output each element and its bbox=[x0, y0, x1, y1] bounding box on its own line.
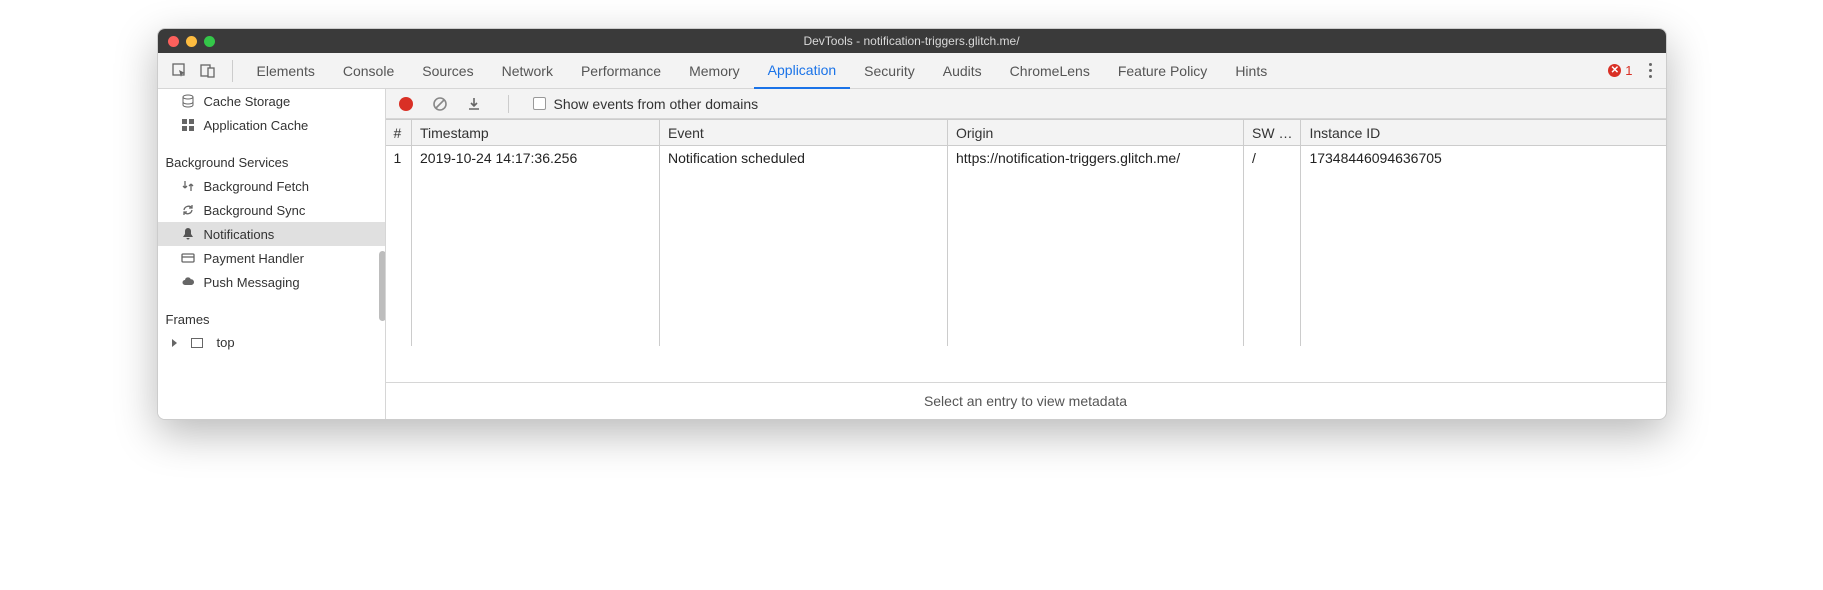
panel-body: Cache Storage Application Cache Backgrou… bbox=[158, 89, 1666, 419]
sidebar-item-label: Application Cache bbox=[204, 118, 309, 133]
tab-sources[interactable]: Sources bbox=[408, 53, 487, 88]
tab-security[interactable]: Security bbox=[850, 53, 929, 88]
tab-audits[interactable]: Audits bbox=[929, 53, 996, 88]
table-row[interactable]: 1 2019-10-24 14:17:36.256 Notification s… bbox=[386, 146, 1666, 346]
error-badge[interactable]: ✕ 1 bbox=[1608, 63, 1632, 78]
tab-network[interactable]: Network bbox=[488, 53, 567, 88]
bell-icon bbox=[180, 226, 196, 242]
device-toggle-icon[interactable] bbox=[194, 57, 222, 85]
tab-elements[interactable]: Elements bbox=[243, 53, 329, 88]
sidebar-item-label: Notifications bbox=[204, 227, 275, 242]
tab-chromelens[interactable]: ChromeLens bbox=[996, 53, 1104, 88]
events-table: # Timestamp Event Origin SW … Instance I… bbox=[386, 119, 1666, 382]
sidebar-item-cache-storage[interactable]: Cache Storage bbox=[158, 89, 385, 113]
cell-timestamp: 2019-10-24 14:17:36.256 bbox=[412, 146, 660, 346]
checkbox-label: Show events from other domains bbox=[554, 96, 759, 112]
col-origin[interactable]: Origin bbox=[948, 120, 1244, 146]
tab-console[interactable]: Console bbox=[329, 53, 408, 88]
cache-storage-icon bbox=[180, 93, 196, 109]
tab-hints[interactable]: Hints bbox=[1221, 53, 1281, 88]
col-timestamp[interactable]: Timestamp bbox=[412, 120, 660, 146]
sidebar-item-label: Push Messaging bbox=[204, 275, 300, 290]
sidebar-section-frames: Frames bbox=[158, 304, 385, 331]
triangle-icon bbox=[172, 339, 177, 347]
sidebar-item-bg-fetch[interactable]: Background Fetch bbox=[158, 174, 385, 198]
save-button[interactable] bbox=[464, 94, 484, 114]
clear-button[interactable] bbox=[430, 94, 450, 114]
clear-icon bbox=[432, 96, 448, 112]
devtools-window: DevTools - notification-triggers.glitch.… bbox=[157, 28, 1667, 420]
application-sidebar: Cache Storage Application Cache Backgrou… bbox=[158, 89, 386, 419]
error-icon: ✕ bbox=[1608, 64, 1621, 77]
sidebar-scrollbar[interactable] bbox=[379, 251, 386, 321]
cloud-icon bbox=[180, 274, 196, 290]
cell-instance: 17348446094636705 bbox=[1301, 146, 1666, 346]
sidebar-item-label: Cache Storage bbox=[204, 94, 291, 109]
sidebar-item-notifications[interactable]: Notifications bbox=[158, 222, 385, 246]
sidebar-item-app-cache[interactable]: Application Cache bbox=[158, 113, 385, 137]
col-instance[interactable]: Instance ID bbox=[1301, 120, 1666, 146]
sidebar-item-push[interactable]: Push Messaging bbox=[158, 270, 385, 294]
main-content: Show events from other domains # Timesta… bbox=[386, 89, 1666, 419]
cell-event: Notification scheduled bbox=[660, 146, 948, 346]
col-event[interactable]: Event bbox=[660, 120, 948, 146]
tab-application[interactable]: Application bbox=[754, 54, 851, 89]
window-title: DevTools - notification-triggers.glitch.… bbox=[158, 34, 1666, 48]
record-icon bbox=[399, 97, 413, 111]
sidebar-item-label: Payment Handler bbox=[204, 251, 304, 266]
sidebar-section-bg-services: Background Services bbox=[158, 147, 385, 174]
record-button[interactable] bbox=[396, 94, 416, 114]
bg-fetch-icon bbox=[180, 178, 196, 194]
show-other-domains-checkbox[interactable]: Show events from other domains bbox=[533, 96, 759, 112]
events-toolbar: Show events from other domains bbox=[386, 89, 1666, 119]
payment-icon bbox=[180, 250, 196, 266]
error-count: 1 bbox=[1625, 63, 1632, 78]
cell-sw: / bbox=[1244, 146, 1301, 346]
download-icon bbox=[466, 96, 482, 112]
metadata-footer: Select an entry to view metadata bbox=[386, 382, 1666, 419]
titlebar: DevTools - notification-triggers.glitch.… bbox=[158, 29, 1666, 53]
sidebar-item-payment[interactable]: Payment Handler bbox=[158, 246, 385, 270]
sidebar-item-label: top bbox=[217, 335, 235, 350]
tab-performance[interactable]: Performance bbox=[567, 53, 675, 88]
bg-sync-icon bbox=[180, 202, 196, 218]
divider bbox=[232, 60, 233, 82]
cell-num: 1 bbox=[386, 146, 412, 346]
sidebar-item-bg-sync[interactable]: Background Sync bbox=[158, 198, 385, 222]
app-cache-icon bbox=[180, 117, 196, 133]
checkbox-icon bbox=[533, 97, 546, 110]
panel-tabs: Elements Console Sources Network Perform… bbox=[243, 53, 1282, 88]
cell-origin: https://notification-triggers.glitch.me/ bbox=[948, 146, 1244, 346]
col-sw[interactable]: SW … bbox=[1244, 120, 1301, 146]
tab-feature-policy[interactable]: Feature Policy bbox=[1104, 53, 1221, 88]
col-num[interactable]: # bbox=[386, 120, 412, 146]
main-tabbar: Elements Console Sources Network Perform… bbox=[158, 53, 1666, 89]
more-menu-icon[interactable] bbox=[1643, 57, 1658, 84]
divider bbox=[508, 95, 509, 113]
sidebar-item-label: Background Fetch bbox=[204, 179, 310, 194]
frame-icon bbox=[191, 338, 203, 348]
tab-memory[interactable]: Memory bbox=[675, 53, 754, 88]
sidebar-item-frame-top[interactable]: top bbox=[158, 331, 385, 354]
table-header-row: # Timestamp Event Origin SW … Instance I… bbox=[386, 120, 1666, 146]
inspect-icon[interactable] bbox=[166, 57, 194, 85]
sidebar-item-label: Background Sync bbox=[204, 203, 306, 218]
